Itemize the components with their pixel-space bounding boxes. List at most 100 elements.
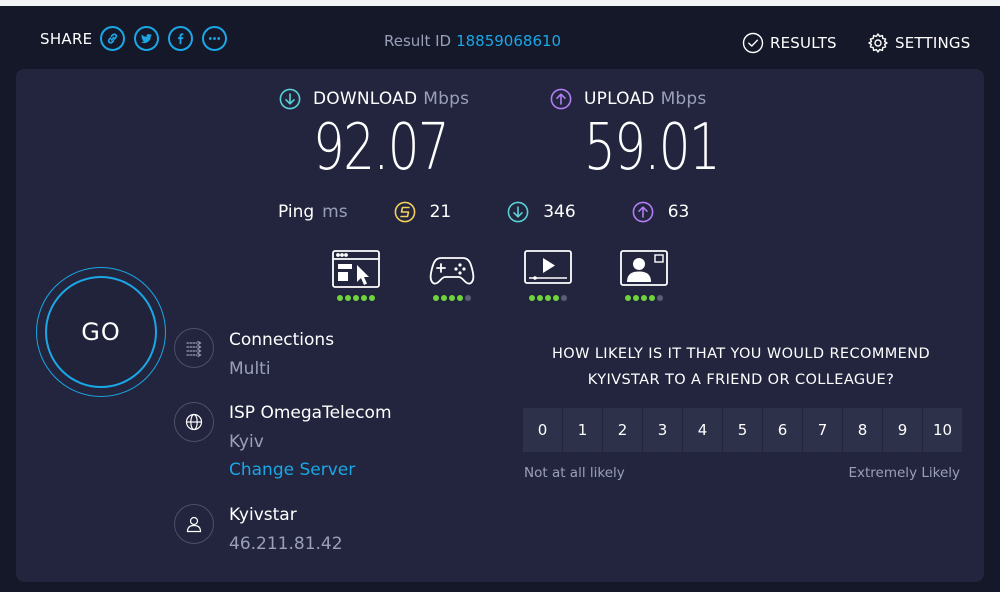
rating-dot: [641, 295, 647, 301]
results-button[interactable]: RESULTS: [742, 32, 837, 54]
upload-label: UPLOAD: [584, 89, 655, 109]
share-label: SHARE: [40, 29, 93, 48]
user-icon: [174, 504, 214, 544]
settings-button[interactable]: SETTINGS: [867, 32, 970, 54]
provider-ip: 46.211.81.42: [229, 534, 343, 554]
ping-download-icon: [507, 201, 529, 223]
scale-button-7[interactable]: 7: [803, 408, 842, 452]
ping-idle-value: 21: [429, 202, 452, 222]
rating-dots: [528, 295, 568, 301]
scale-button-0[interactable]: 0: [523, 408, 562, 452]
upload-arrow-icon: [550, 88, 572, 110]
upload-unit: Mbps: [660, 89, 707, 109]
rating-dot: [529, 295, 535, 301]
scale-button-6[interactable]: 6: [763, 408, 802, 452]
download-metric: DOWNLOAD Mbps 92.07: [279, 88, 486, 180]
scale-button-8[interactable]: 8: [843, 408, 882, 452]
app-rating-gaming[interactable]: [426, 249, 478, 301]
scale-button-5[interactable]: 5: [723, 408, 762, 452]
ping-download: 346: [507, 201, 576, 223]
scale-button-1[interactable]: 1: [563, 408, 602, 452]
recommend-scale: 0 1 2 3 4 5 6 7 8 9 10: [523, 408, 963, 452]
go-button[interactable]: GO: [45, 276, 157, 388]
scale-labels: Not at all likely Extremely Likely: [524, 465, 960, 481]
scale-button-10[interactable]: 10: [923, 408, 962, 452]
globe-icon: [174, 402, 214, 442]
app-rating-video-call[interactable]: [618, 249, 670, 301]
rating-dots: [336, 295, 376, 301]
rating-dot: [449, 295, 455, 301]
rating-dot: [553, 295, 559, 301]
survey-question: HOW LIKELY IS IT THAT YOU WOULD RECOMMEN…: [516, 341, 966, 393]
rating-dot: [649, 295, 655, 301]
rating-dot: [457, 295, 463, 301]
rating-dot: [433, 295, 439, 301]
facebook-icon[interactable]: [168, 26, 194, 51]
ping-download-value: 346: [543, 202, 576, 222]
link-icon[interactable]: [100, 26, 126, 51]
connections-icon: [174, 328, 214, 368]
server-location: Kyiv: [229, 432, 264, 452]
provider-title: Kyivstar: [229, 505, 297, 525]
scale-button-3[interactable]: 3: [643, 408, 682, 452]
survey-question-line1: HOW LIKELY IS IT THAT YOU WOULD RECOMMEN…: [551, 346, 931, 362]
scale-low-label: Not at all likely: [524, 465, 625, 481]
download-label: DOWNLOAD: [313, 89, 418, 109]
rating-dot: [361, 295, 367, 301]
check-circle-icon: [742, 32, 764, 54]
share-bar: SHARE: [40, 26, 236, 51]
download-header: DOWNLOAD Mbps: [279, 88, 486, 110]
result-id-link[interactable]: 18859068610: [456, 32, 561, 50]
go-button-ring[interactable]: GO: [36, 267, 166, 397]
upload-value: 59.01: [584, 111, 721, 185]
server-title: ISP OmegaTelecom: [229, 403, 392, 423]
web-browsing-icon: [332, 250, 380, 288]
rating-dot: [345, 295, 351, 301]
app-rating-web[interactable]: [330, 249, 382, 301]
rating-dot: [465, 295, 471, 301]
ping-idle: 21: [394, 201, 452, 223]
video-streaming-icon: [524, 250, 572, 284]
settings-label: SETTINGS: [895, 34, 971, 52]
ping-idle-icon: [394, 201, 415, 223]
rating-dot: [633, 295, 639, 301]
rating-dot: [537, 295, 543, 301]
scale-high-label: Extremely Likely: [848, 465, 960, 481]
ping-upload-icon: [632, 201, 654, 223]
app-rating-video[interactable]: [522, 249, 574, 301]
more-icon[interactable]: [202, 26, 228, 51]
change-server-link[interactable]: Change Server: [229, 460, 392, 480]
video-call-icon: [620, 250, 668, 286]
upload-metric: UPLOAD Mbps 59.01: [550, 88, 757, 180]
gaming-icon: [429, 257, 475, 285]
survey-question-line2: KYIVSTAR TO A FRIEND OR COLLEAGUE?: [587, 372, 895, 388]
upload-header: UPLOAD Mbps: [550, 88, 757, 110]
rating-dot: [441, 295, 447, 301]
scale-button-4[interactable]: 4: [683, 408, 722, 452]
app-ratings: [330, 249, 714, 301]
rating-dot: [337, 295, 343, 301]
ping-upload: 63: [632, 201, 689, 223]
rating-dots: [624, 295, 664, 301]
twitter-icon[interactable]: [134, 26, 160, 51]
rating-dot: [353, 295, 359, 301]
rating-dot: [545, 295, 551, 301]
scale-button-9[interactable]: 9: [883, 408, 922, 452]
rating-dot: [369, 295, 375, 301]
result-id: Result ID 18859068610: [384, 32, 561, 50]
result-id-label: Result ID: [384, 32, 452, 50]
download-value: 92.07: [313, 111, 450, 185]
scale-button-2[interactable]: 2: [603, 408, 642, 452]
results-panel: DOWNLOAD Mbps 92.07 UPLOAD Mbps 59.01 Pi…: [16, 69, 984, 582]
connections-value: Multi: [229, 359, 271, 379]
gear-icon: [868, 33, 888, 53]
rating-dots: [432, 295, 472, 301]
header: SHARE Result ID 18859068610 RESULTS SETT…: [0, 6, 1000, 68]
ping-label: Ping: [278, 202, 315, 222]
ping-row: Ping ms 21 346 63: [278, 201, 745, 223]
rating-dot: [561, 295, 567, 301]
connections-title: Connections: [229, 330, 335, 350]
rating-dot: [657, 295, 663, 301]
download-unit: Mbps: [423, 89, 470, 109]
ping-unit: ms: [322, 202, 348, 222]
